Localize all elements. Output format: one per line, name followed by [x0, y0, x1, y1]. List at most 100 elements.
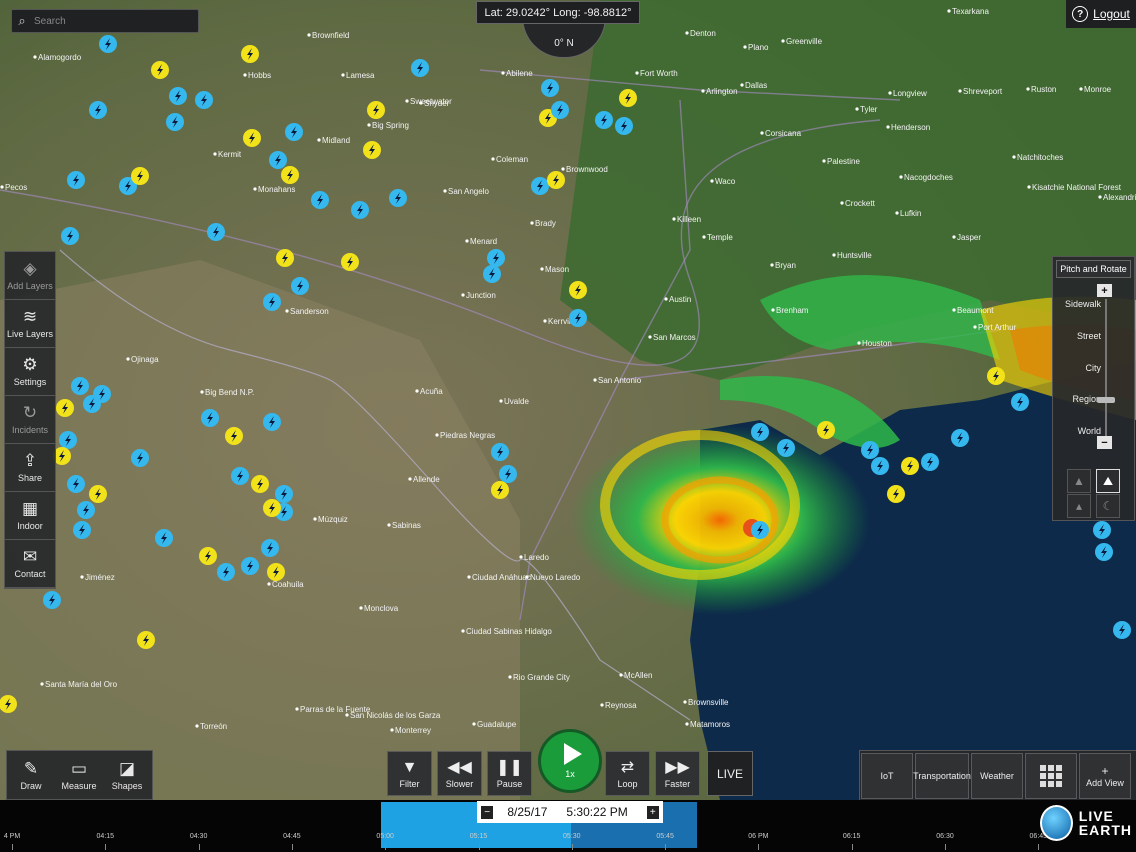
lightning-strike-icon[interactable]	[241, 45, 259, 63]
zoom-level-world[interactable]: World	[1057, 426, 1101, 436]
lightning-strike-icon[interactable]	[56, 399, 74, 417]
lightning-strike-icon[interactable]	[71, 377, 89, 395]
lightning-strike-icon[interactable]	[269, 151, 287, 169]
lightning-strike-icon[interactable]	[131, 167, 149, 185]
lightning-strike-icon[interactable]	[285, 123, 303, 141]
zoom-slider-thumb[interactable]	[1097, 397, 1115, 403]
sidebar-item-incidents[interactable]: ↻ Incidents	[5, 396, 55, 444]
lightning-strike-icon[interactable]	[151, 61, 169, 79]
lightning-strike-icon[interactable]	[367, 101, 385, 119]
pause-button[interactable]: ❚❚ Pause	[487, 751, 532, 796]
lightning-strike-icon[interactable]	[61, 227, 79, 245]
add-view-button[interactable]: + Add View	[1079, 753, 1131, 799]
lightning-strike-icon[interactable]	[411, 59, 429, 77]
lightning-strike-icon[interactable]	[751, 521, 769, 539]
lightning-strike-icon[interactable]	[887, 485, 905, 503]
aerial-style-icon[interactable]: ⛰	[1096, 469, 1120, 493]
live-button[interactable]: LIVE	[707, 751, 753, 796]
apps-grid-button[interactable]	[1025, 753, 1077, 799]
lightning-strike-icon[interactable]	[311, 191, 329, 209]
lightning-strike-icon[interactable]	[551, 101, 569, 119]
lightning-strike-icon[interactable]	[276, 249, 294, 267]
lightning-strike-icon[interactable]	[1093, 521, 1111, 539]
measure-tool-button[interactable]: ▭ Measure	[55, 751, 103, 799]
zoom-level-region[interactable]: Region	[1057, 394, 1101, 404]
lightning-strike-icon[interactable]	[131, 449, 149, 467]
sidebar-item-share[interactable]: ⇪ Share	[5, 444, 55, 492]
date-decrement-button[interactable]: −	[481, 805, 494, 819]
tab-transportation[interactable]: Transportation	[913, 753, 971, 799]
lightning-strike-icon[interactable]	[99, 35, 117, 53]
satellite-map[interactable]: AlamogordoHobbsBrownfieldLamesaSnyderAbi…	[0, 0, 1136, 852]
draw-tool-button[interactable]: ✎ Draw	[7, 751, 55, 799]
lightning-strike-icon[interactable]	[241, 557, 259, 575]
faster-button[interactable]: ▶▶ Faster	[655, 751, 700, 796]
lightning-strike-icon[interactable]	[67, 475, 85, 493]
lightning-strike-icon[interactable]	[67, 171, 85, 189]
zoom-slider-track[interactable]	[1105, 299, 1107, 441]
help-icon[interactable]: ?	[1072, 6, 1089, 22]
lightning-strike-icon[interactable]	[871, 457, 889, 475]
lightning-strike-icon[interactable]	[487, 249, 505, 267]
lightning-strike-icon[interactable]	[291, 277, 309, 295]
lightning-strike-icon[interactable]	[1113, 621, 1131, 639]
lightning-strike-icon[interactable]	[267, 563, 285, 581]
shapes-tool-button[interactable]: ◪ Shapes	[103, 751, 151, 799]
lightning-strike-icon[interactable]	[281, 166, 299, 184]
lightning-strike-icon[interactable]	[251, 475, 269, 493]
pitch-rotate-button[interactable]: Pitch and Rotate	[1056, 260, 1131, 278]
lightning-strike-icon[interactable]	[951, 429, 969, 447]
play-button[interactable]: 1x	[538, 729, 602, 793]
tab-iot[interactable]: IoT	[861, 753, 913, 799]
lightning-strike-icon[interactable]	[569, 281, 587, 299]
lightning-strike-icon[interactable]	[261, 539, 279, 557]
loop-button[interactable]: ⇄ Loop	[605, 751, 650, 796]
date-increment-button[interactable]: +	[646, 805, 659, 819]
lightning-strike-icon[interactable]	[169, 87, 187, 105]
lightning-strike-icon[interactable]	[59, 431, 77, 449]
lightning-strike-icon[interactable]	[207, 223, 225, 241]
lightning-strike-icon[interactable]	[263, 413, 281, 431]
lightning-strike-icon[interactable]	[615, 117, 633, 135]
lightning-strike-icon[interactable]	[777, 439, 795, 457]
slower-button[interactable]: ◀◀ Slower	[437, 751, 482, 796]
lightning-strike-icon[interactable]	[541, 79, 559, 97]
terrain-style-icon[interactable]: ▴	[1067, 494, 1091, 518]
lightning-strike-icon[interactable]	[491, 443, 509, 461]
sidebar-item-settings[interactable]: ⚙ Settings	[5, 348, 55, 396]
lightning-strike-icon[interactable]	[275, 485, 293, 503]
lightning-strike-icon[interactable]	[43, 591, 61, 609]
lightning-strike-icon[interactable]	[389, 189, 407, 207]
sidebar-item-add-layers[interactable]: ◈ Add Layers	[5, 252, 55, 300]
lightning-strike-icon[interactable]	[155, 529, 173, 547]
zoom-out-button[interactable]: −	[1097, 436, 1112, 449]
lightning-strike-icon[interactable]	[547, 171, 565, 189]
lightning-strike-icon[interactable]	[569, 309, 587, 327]
lightning-strike-icon[interactable]	[499, 465, 517, 483]
lightning-strike-icon[interactable]	[89, 101, 107, 119]
lightning-strike-icon[interactable]	[166, 113, 184, 131]
lightning-strike-icon[interactable]	[243, 129, 261, 147]
lightning-strike-icon[interactable]	[137, 631, 155, 649]
lightning-strike-icon[interactable]	[921, 453, 939, 471]
zoom-level-sidewalk[interactable]: Sidewalk	[1057, 299, 1101, 309]
logout-button[interactable]: ? Logout	[1066, 0, 1136, 28]
lightning-strike-icon[interactable]	[491, 481, 509, 499]
lightning-strike-icon[interactable]	[531, 177, 549, 195]
lightning-strike-icon[interactable]	[231, 467, 249, 485]
sidebar-item-live-layers[interactable]: ≋ Live Layers	[5, 300, 55, 348]
lightning-strike-icon[interactable]	[1095, 543, 1113, 561]
zoom-in-button[interactable]: +	[1097, 284, 1112, 297]
lightning-strike-icon[interactable]	[199, 547, 217, 565]
lightning-strike-icon[interactable]	[483, 265, 501, 283]
lightning-strike-icon[interactable]	[1011, 393, 1029, 411]
lightning-strike-icon[interactable]	[263, 499, 281, 517]
night-style-icon[interactable]: ☾	[1096, 494, 1120, 518]
lightning-strike-icon[interactable]	[619, 89, 637, 107]
lightning-strike-icon[interactable]	[341, 253, 359, 271]
search-input[interactable]	[32, 14, 186, 28]
lightning-strike-icon[interactable]	[77, 501, 95, 519]
lightning-strike-icon[interactable]	[901, 457, 919, 475]
road-style-icon[interactable]: ▲	[1067, 469, 1091, 493]
search-box[interactable]: ⌕	[11, 9, 199, 33]
